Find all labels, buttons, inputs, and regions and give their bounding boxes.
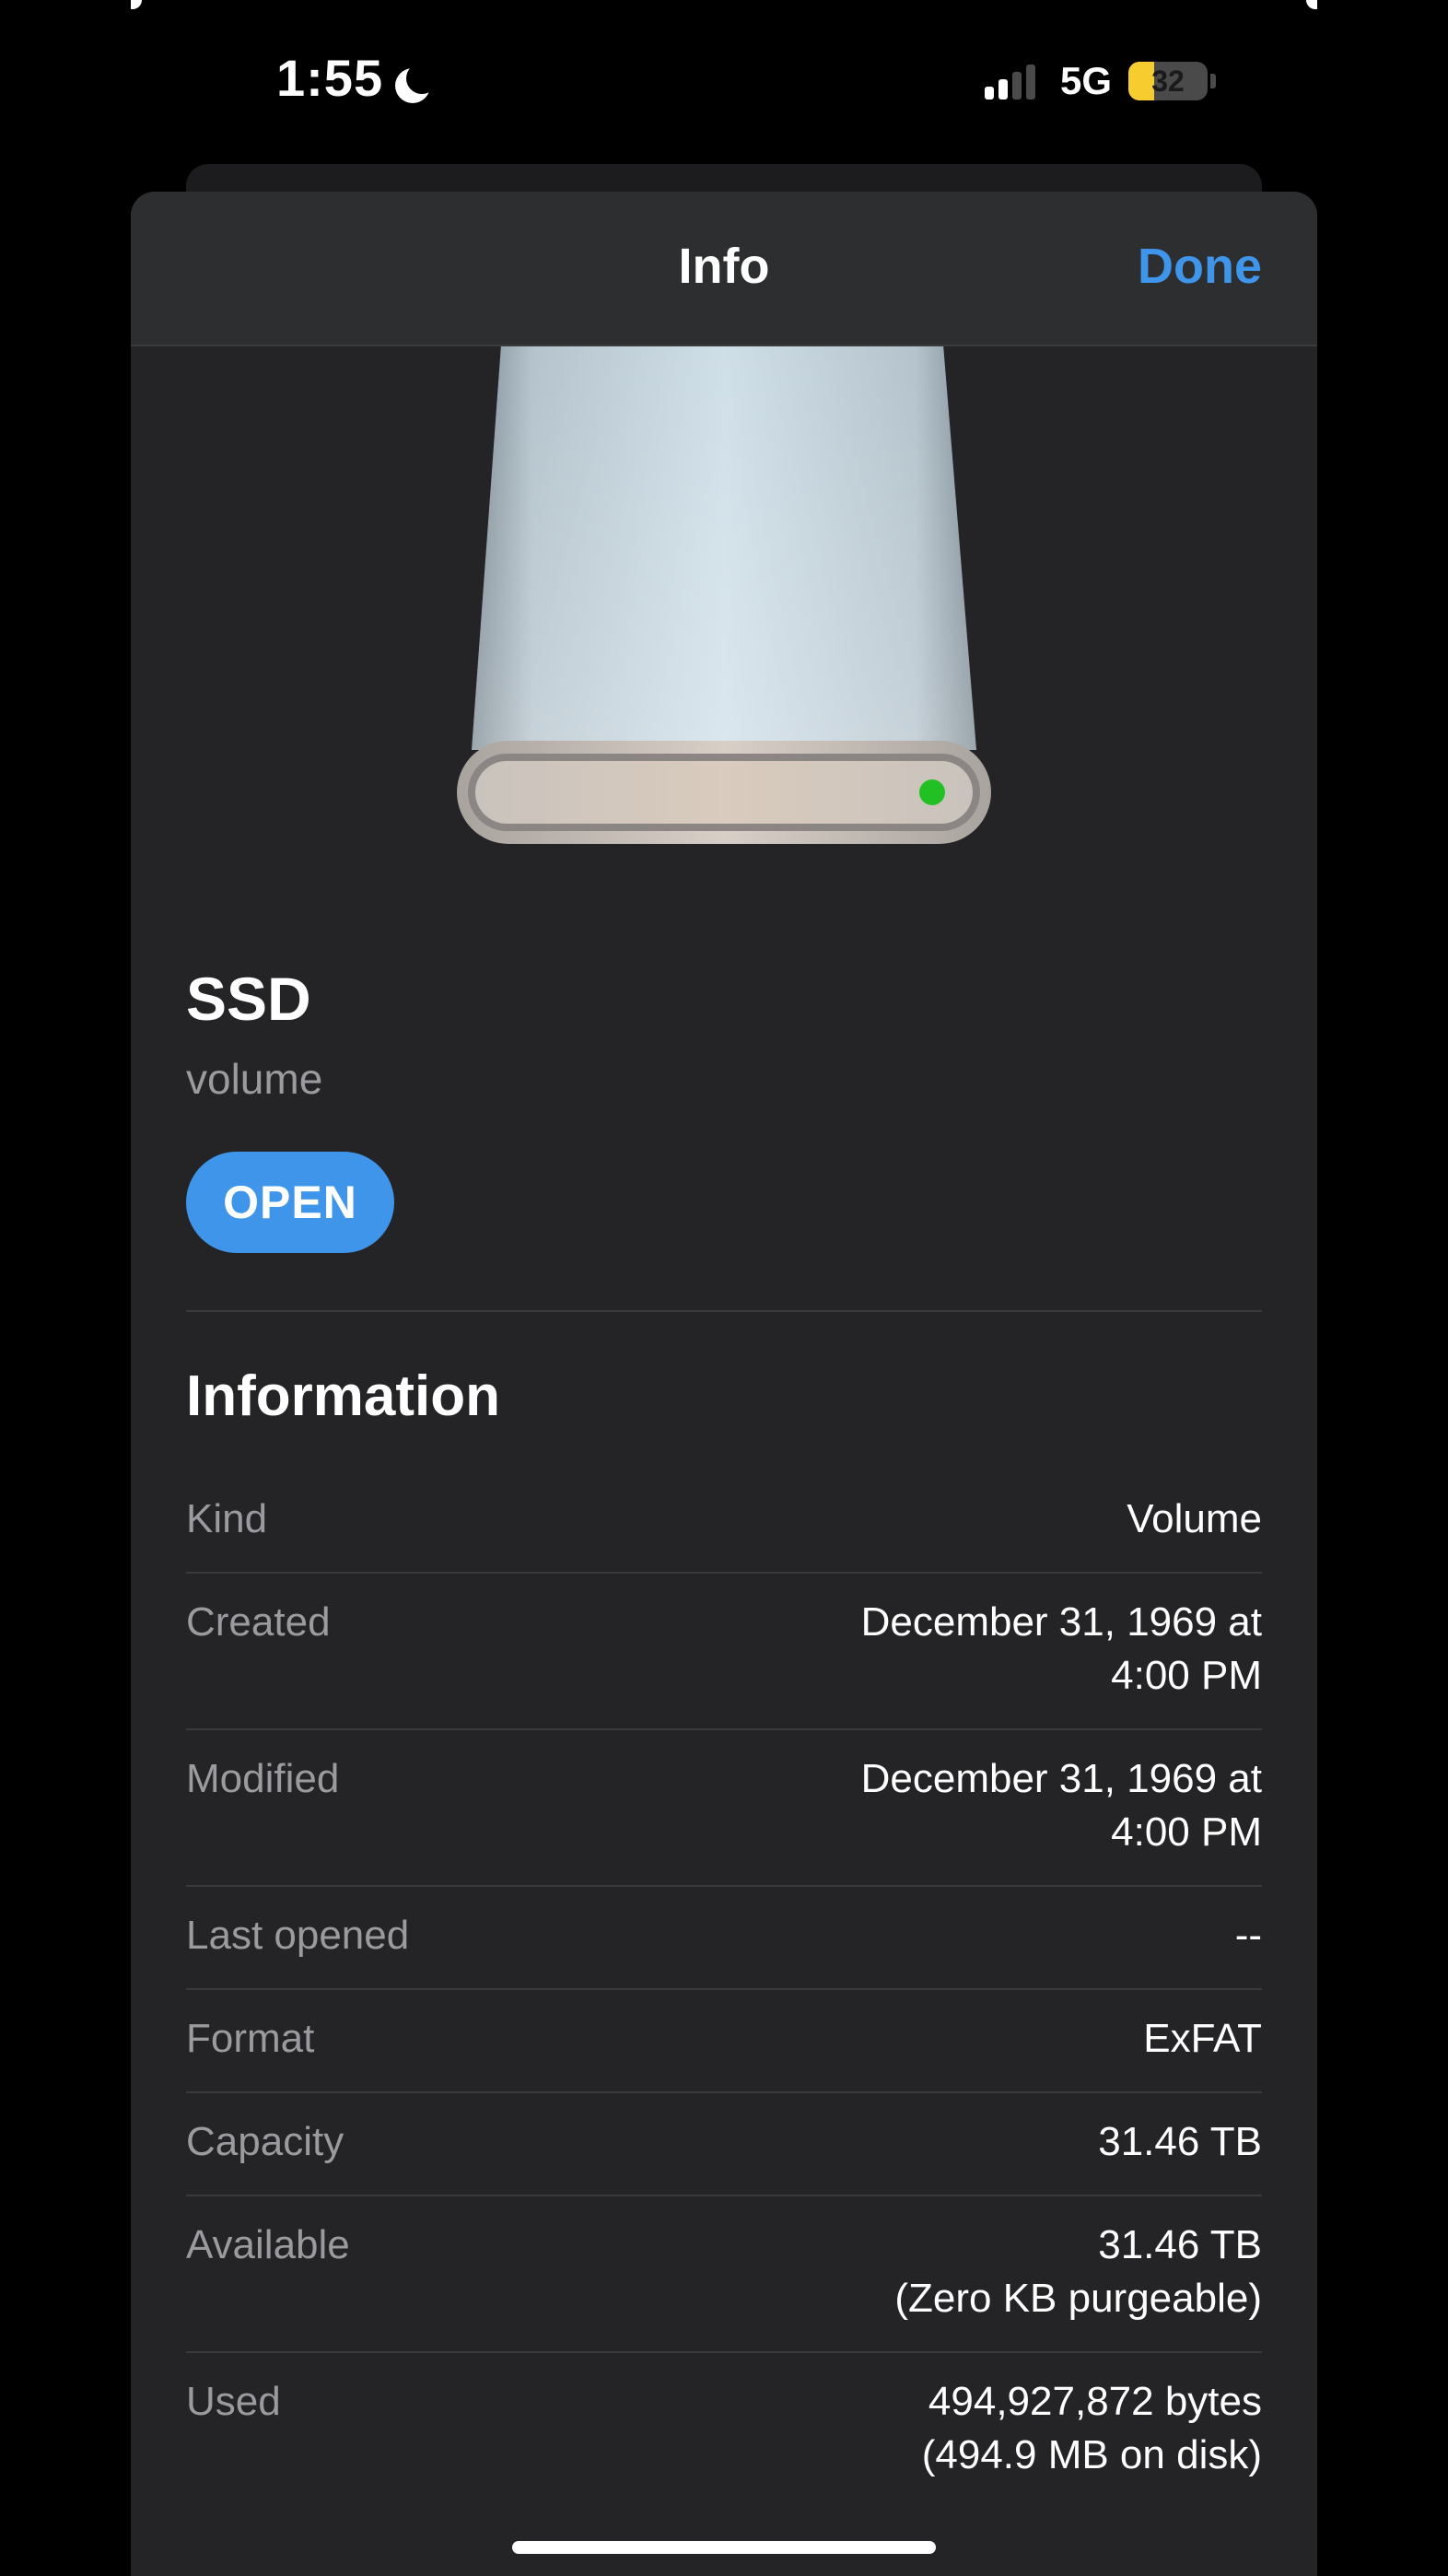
info-label: Capacity xyxy=(186,2119,344,2164)
info-value: 31.46 TB (Zero KB purgeable) xyxy=(894,2219,1262,2325)
screen: 1:55 5G 32 Info Done SSD volume OPEN Inf… xyxy=(0,0,1448,2576)
info-row-used: Used 494,927,872 bytes (494.9 MB on disk) xyxy=(186,2353,1262,2508)
info-label: Created xyxy=(186,1599,331,1645)
info-row-modified: Modified December 31, 1969 at 4:00 PM xyxy=(186,1730,1262,1887)
moon-icon xyxy=(392,58,438,103)
battery-icon: 32 xyxy=(1128,62,1208,100)
info-value-line: (494.9 MB on disk) xyxy=(921,2432,1262,2477)
info-label: Format xyxy=(186,2016,315,2061)
open-button[interactable]: OPEN xyxy=(186,1152,394,1253)
info-value-line: 31.46 TB xyxy=(1098,2222,1262,2267)
info-sheet: Info Done SSD volume OPEN Information Ki… xyxy=(131,192,1317,2576)
info-value: 494,927,872 bytes (494.9 MB on disk) xyxy=(922,2375,1262,2482)
info-value-line: Volume xyxy=(1127,1496,1262,1541)
info-value: -- xyxy=(1235,1909,1262,1962)
info-label: Last opened xyxy=(186,1913,410,1958)
info-value-line: December 31, 1969 at xyxy=(860,1599,1262,1645)
info-value: December 31, 1969 at 4:00 PM xyxy=(861,1752,1262,1859)
done-button[interactable]: Done xyxy=(1138,238,1262,295)
info-label: Modified xyxy=(186,1756,340,1801)
info-value: December 31, 1969 at 4:00 PM xyxy=(861,1596,1262,1703)
status-indicators: 5G 32 xyxy=(984,55,1216,107)
section-divider xyxy=(186,1310,1262,1312)
status-time-group: 1:55 xyxy=(276,48,438,108)
battery-cap xyxy=(1210,74,1216,88)
info-row-format: Format ExFAT xyxy=(186,1990,1262,2093)
info-value-line: 31.46 TB xyxy=(1098,2119,1262,2164)
item-kind: volume xyxy=(186,1055,323,1103)
info-value: Volume xyxy=(1127,1493,1262,1546)
status-time: 1:55 xyxy=(276,49,384,107)
info-value-line: (Zero KB purgeable) xyxy=(894,2276,1262,2321)
info-label: Used xyxy=(186,2379,281,2424)
info-value-line: 4:00 PM xyxy=(1111,1809,1262,1855)
info-row-kind: Kind Volume xyxy=(186,1470,1262,1574)
info-row-created: Created December 31, 1969 at 4:00 PM xyxy=(186,1574,1262,1730)
info-value-line: 4:00 PM xyxy=(1111,1653,1262,1698)
info-label: Kind xyxy=(186,1496,268,1541)
nav-bar: Info Done xyxy=(131,192,1317,346)
info-row-capacity: Capacity 31.46 TB xyxy=(186,2093,1262,2196)
info-row-last-opened: Last opened -- xyxy=(186,1887,1262,1990)
device-screen: 1:55 5G 32 Info Done SSD volume OPEN Inf… xyxy=(131,0,1317,2576)
left-letterbox xyxy=(0,0,131,2576)
info-value-line: December 31, 1969 at xyxy=(860,1756,1262,1801)
item-name: SSD xyxy=(186,965,311,1033)
battery-fill xyxy=(1128,62,1154,100)
signal-icon xyxy=(984,63,1040,100)
info-value-line: ExFAT xyxy=(1143,2016,1262,2061)
info-value: ExFAT xyxy=(1143,2012,1262,2066)
info-value-line: 494,927,872 bytes xyxy=(928,2379,1262,2424)
external-drive-icon xyxy=(453,345,995,861)
battery-level: 32 xyxy=(1151,64,1185,98)
section-title: Information xyxy=(186,1364,500,1428)
info-label: Available xyxy=(186,2222,350,2267)
home-indicator[interactable] xyxy=(512,2541,936,2554)
status-bar: 1:55 5G 32 xyxy=(131,0,1317,157)
info-table: Kind Volume Created December 31, 1969 at 4:0… xyxy=(186,1470,1262,2508)
network-label: 5G xyxy=(1059,59,1112,102)
info-value: 31.46 TB xyxy=(1098,2115,1262,2169)
info-row-available: Available 31.46 TB (Zero KB purgeable) xyxy=(186,2196,1262,2353)
info-value-line: -- xyxy=(1234,1913,1262,1958)
right-letterbox xyxy=(1317,0,1448,2576)
